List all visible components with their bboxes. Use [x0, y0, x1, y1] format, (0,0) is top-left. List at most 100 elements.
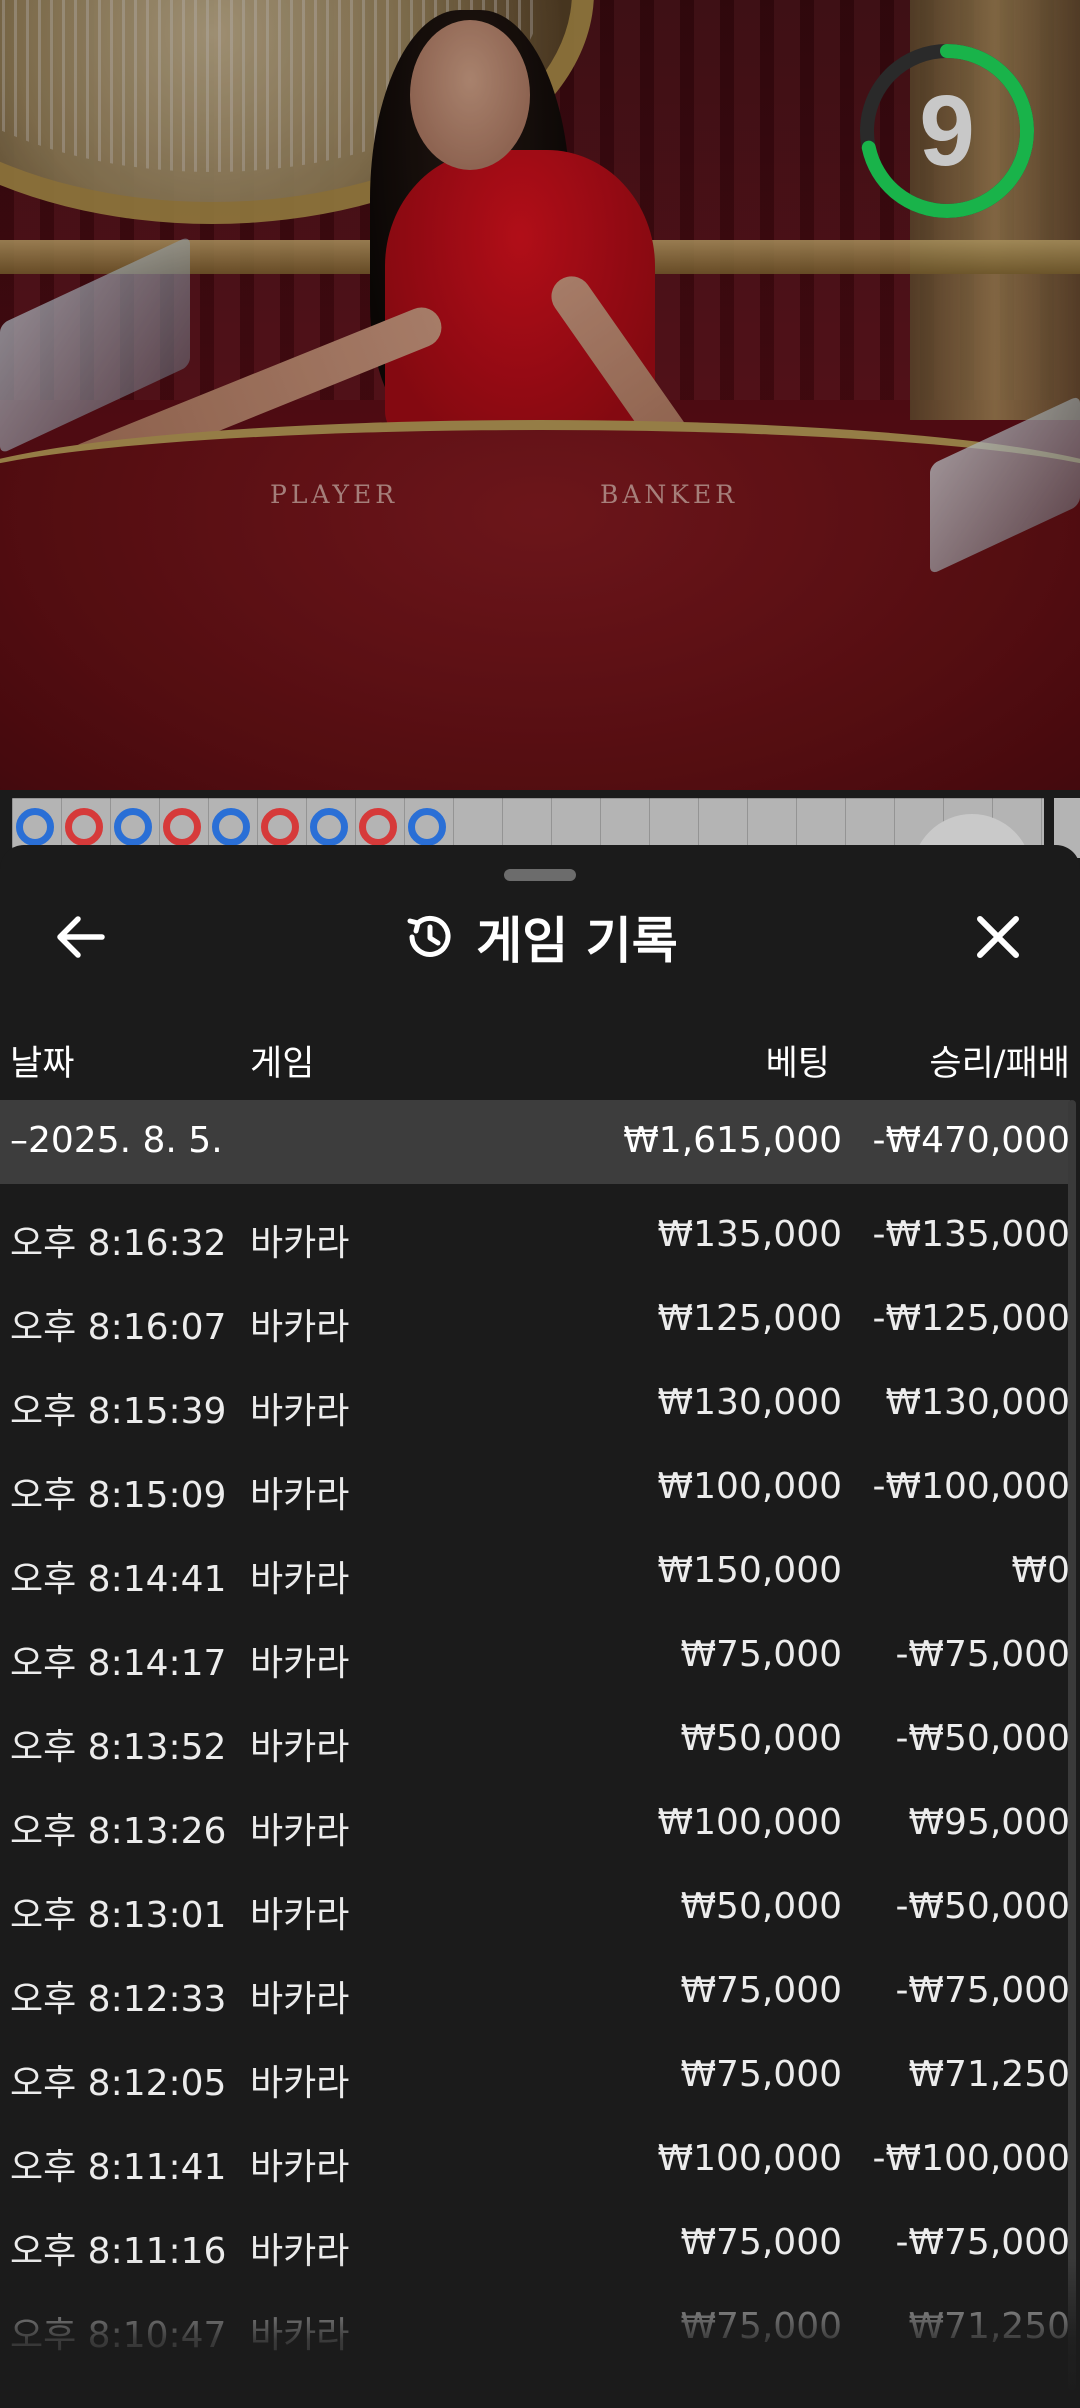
row-time: 오후 8:14:17 [10, 1643, 227, 1684]
bead-red [163, 808, 201, 846]
row-win-loss: -₩125,000 [872, 1298, 1070, 1339]
row-time: 오후 8:11:16 [10, 2231, 227, 2272]
table-row[interactable]: 오후 8:16:07 바카라 ₩125,000 -₩125,000 [0, 1276, 1070, 1360]
column-win-loss: 승리/패배 [929, 1044, 1070, 1084]
table-row[interactable]: 오후 8:14:17 바카라 ₩75,000 -₩75,000 [0, 1612, 1070, 1696]
row-game: 바카라 [250, 2063, 350, 2104]
row-bet: ₩100,000 [657, 1802, 842, 1843]
row-win-loss: ₩0 [1011, 1550, 1071, 1591]
summary-date: –2025. 8. 5. [10, 1120, 223, 1161]
row-game: 바카라 [250, 1895, 350, 1936]
row-win-loss: ₩95,000 [908, 1802, 1070, 1843]
arrow-left-icon [57, 916, 105, 958]
row-win-loss: ₩71,250 [908, 2054, 1070, 2095]
row-game: 바카라 [250, 2147, 350, 2188]
summary-win-loss: -₩470,000 [872, 1120, 1070, 1161]
date-summary-row[interactable]: –2025. 8. 5. ₩1,615,000 -₩470,000 [0, 1100, 1070, 1184]
row-bet: ₩50,000 [680, 1886, 842, 1927]
row-time: 오후 8:10:47 [10, 2315, 227, 2356]
row-bet: ₩135,000 [657, 1214, 842, 1255]
row-bet: ₩75,000 [680, 1634, 842, 1675]
sheet-title: 게임 기록 [476, 912, 678, 970]
row-time: 오후 8:15:09 [10, 1475, 227, 1516]
table-row[interactable]: 오후 8:13:01 바카라 ₩50,000 -₩50,000 [0, 1864, 1070, 1948]
table-row[interactable]: 오후 8:10:47 바카라 ₩75,000 ₩71,250 [0, 2284, 1070, 2368]
row-time: 오후 8:13:26 [10, 1811, 227, 1852]
table-row[interactable]: 오후 8:16:32 바카라 ₩135,000 -₩135,000 [0, 1192, 1070, 1276]
row-game: 바카라 [250, 1475, 350, 1516]
table-row[interactable]: 오후 8:11:16 바카라 ₩75,000 -₩75,000 [0, 2200, 1070, 2284]
row-time: 오후 8:12:05 [10, 2063, 227, 2104]
back-button[interactable] [40, 897, 120, 977]
row-win-loss: -₩75,000 [895, 2222, 1070, 2263]
table-row[interactable]: 오후 8:12:33 바카라 ₩75,000 -₩75,000 [0, 1948, 1070, 2032]
row-bet: ₩130,000 [657, 1382, 842, 1423]
bead-blue [408, 808, 446, 846]
table-row[interactable]: 오후 8:12:05 바카라 ₩75,000 ₩71,250 [0, 2032, 1070, 2116]
history-rows: 오후 8:16:32 바카라 ₩135,000 -₩135,000 오후 8:16:07… [0, 1192, 1070, 2368]
row-game: 바카라 [250, 1559, 350, 1600]
row-game: 바카라 [250, 1727, 350, 1768]
summary-bet: ₩1,615,000 [623, 1120, 842, 1161]
column-date: 날짜 [10, 1044, 75, 1084]
table-row[interactable]: 오후 8:14:41 바카라 ₩150,000 ₩0 [0, 1528, 1070, 1612]
history-icon [407, 915, 451, 957]
bead-red [261, 808, 299, 846]
row-bet: ₩100,000 [657, 2138, 842, 2179]
row-time: 오후 8:14:41 [10, 1559, 227, 1600]
bead-blue [16, 808, 54, 846]
table-row[interactable]: 오후 8:11:41 바카라 ₩100,000 -₩100,000 [0, 2116, 1070, 2200]
scrollbar[interactable] [1068, 1100, 1076, 2390]
row-game: 바카라 [250, 1391, 350, 1432]
row-win-loss: ₩71,250 [908, 2306, 1070, 2347]
row-time: 오후 8:13:52 [10, 1727, 227, 1768]
countdown-value: 9 [919, 75, 975, 187]
table-row[interactable]: 오후 8:13:26 바카라 ₩100,000 ₩95,000 [0, 1780, 1070, 1864]
bead-blue [212, 808, 250, 846]
row-bet: ₩75,000 [680, 2306, 842, 2347]
row-win-loss: -₩100,000 [872, 1466, 1070, 1507]
column-headers: 날짜 게임 베팅 승리/패배 [0, 1035, 1070, 1085]
row-win-loss: -₩75,000 [895, 1634, 1070, 1675]
row-time: 오후 8:15:39 [10, 1391, 227, 1432]
row-bet: ₩75,000 [680, 1970, 842, 2011]
row-time: 오후 8:11:41 [10, 2147, 227, 2188]
row-win-loss: -₩50,000 [895, 1718, 1070, 1759]
sheet-header: 게임 기록 [0, 897, 1080, 977]
row-time: 오후 8:12:33 [10, 1979, 227, 2020]
drag-handle[interactable] [504, 869, 576, 881]
row-bet: ₩50,000 [680, 1718, 842, 1759]
column-bet: 베팅 [765, 1044, 830, 1084]
row-game: 바카라 [250, 2231, 350, 2272]
row-bet: ₩125,000 [657, 1298, 842, 1339]
row-time: 오후 8:13:01 [10, 1895, 227, 1936]
history-list[interactable]: –2025. 8. 5. ₩1,615,000 -₩470,000 오후 8:1… [0, 1100, 1070, 2360]
row-bet: ₩75,000 [680, 2222, 842, 2263]
row-bet: ₩150,000 [657, 1550, 842, 1591]
row-win-loss: -₩100,000 [872, 2138, 1070, 2179]
bead-blue [114, 808, 152, 846]
row-time: 오후 8:16:32 [10, 1223, 227, 1264]
row-game: 바카라 [250, 1643, 350, 1684]
table-row[interactable]: 오후 8:13:52 바카라 ₩50,000 -₩50,000 [0, 1696, 1070, 1780]
live-video[interactable]: PLAYER BANKER 9 [0, 0, 1080, 790]
row-game: 바카라 [250, 2315, 350, 2356]
column-game: 게임 [250, 1044, 315, 1084]
row-game: 바카라 [250, 1811, 350, 1852]
close-button[interactable] [958, 897, 1038, 977]
row-bet: ₩75,000 [680, 2054, 842, 2095]
bead-red [65, 808, 103, 846]
close-icon [977, 916, 1019, 958]
row-win-loss: ₩130,000 [885, 1382, 1070, 1423]
bead-blue [310, 808, 348, 846]
table-row[interactable]: 오후 8:15:39 바카라 ₩130,000 ₩130,000 [0, 1360, 1070, 1444]
row-game: 바카라 [250, 1979, 350, 2020]
row-bet: ₩100,000 [657, 1466, 842, 1507]
row-win-loss: -₩75,000 [895, 1970, 1070, 2011]
row-time: 오후 8:16:07 [10, 1307, 227, 1348]
game-history-sheet: 게임 기록 날짜 게임 베팅 승리/패배 –2025. 8. 5. ₩1,615… [0, 845, 1080, 2408]
row-game: 바카라 [250, 1223, 350, 1264]
table-row[interactable]: 오후 8:15:09 바카라 ₩100,000 -₩100,000 [0, 1444, 1070, 1528]
row-game: 바카라 [250, 1307, 350, 1348]
row-win-loss: -₩50,000 [895, 1886, 1070, 1927]
